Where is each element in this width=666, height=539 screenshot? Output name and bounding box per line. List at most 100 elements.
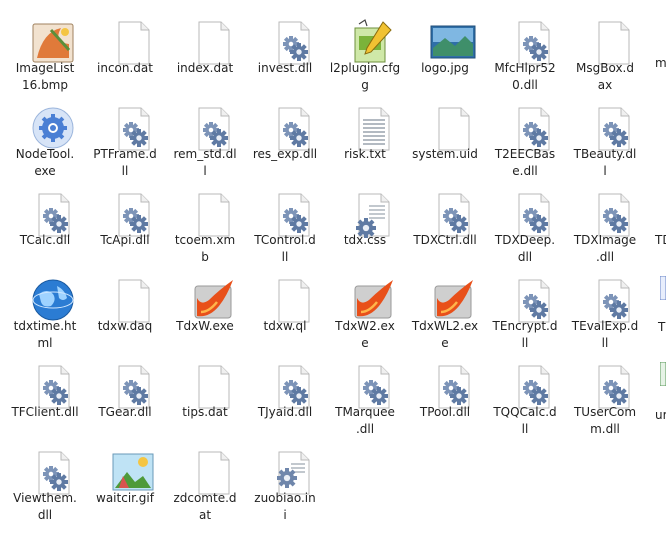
file-item[interactable]: TMarquee .dll: [325, 352, 405, 438]
file-name-label: TdxWL2.ex e: [411, 319, 479, 350]
file-item[interactable]: tips.dat: [165, 352, 245, 438]
file-item[interactable]: tdxw.daq: [85, 266, 165, 352]
ini-settings-icon: [269, 448, 317, 496]
css-file-icon: [349, 190, 397, 238]
file-item[interactable]: TUserCom m.dll: [565, 352, 645, 438]
file-name-label: TcApi.dll: [100, 233, 150, 247]
file-item[interactable]: risk.txt: [325, 94, 405, 180]
file-name-label: zdcomte.d at: [173, 491, 237, 522]
dll-gear-icon: [589, 276, 637, 324]
clipped-item-label: m: [655, 56, 666, 70]
file-item[interactable]: tdxw.ql: [245, 266, 325, 352]
file-item[interactable]: MsgBox.d ax: [565, 8, 645, 94]
tdx-app-icon: [429, 276, 477, 324]
file-item[interactable]: NodeTool. exe: [5, 94, 85, 180]
file-item[interactable]: l2plugin.cfg g: [325, 8, 405, 94]
file-name-label: Viewthem. dll: [13, 491, 77, 522]
dll-gear-icon: [349, 362, 397, 410]
file-name-label: logo.jpg: [421, 61, 469, 75]
file-item[interactable]: TQQCalc.d ll: [485, 352, 565, 438]
file-name-label: zuobiao.in i: [254, 491, 316, 522]
dll-gear-icon: [269, 190, 317, 238]
file-name-label: PTFrame.d ll: [93, 147, 157, 178]
file-name-label: tcoem.xm b: [174, 233, 236, 264]
file-name-label: TEvalExp.d ll: [571, 319, 639, 350]
file-name-label: invest.dll: [257, 61, 313, 75]
file-item[interactable]: TdxWL2.ex e: [405, 266, 485, 352]
blank-file-icon: [189, 18, 237, 66]
file-item[interactable]: rem_std.dl l: [165, 94, 245, 180]
jpeg-image-icon: [429, 18, 477, 66]
file-item[interactable]: Viewthem. dll: [5, 438, 85, 524]
file-item[interactable]: res_exp.dll: [245, 94, 325, 180]
file-item[interactable]: incon.dat: [85, 8, 165, 94]
file-item[interactable]: logo.jpg: [405, 8, 485, 94]
file-item[interactable]: index.dat: [165, 8, 245, 94]
file-icon-grid: ImageList 16.bmp incon.dat index.dat inv…: [0, 0, 666, 539]
blank-file-icon: [189, 362, 237, 410]
file-item[interactable]: TEvalExp.d ll: [565, 266, 645, 352]
file-item[interactable]: system.uid: [405, 94, 485, 180]
clipped-icon: [660, 362, 666, 386]
file-item[interactable]: TDXImage .dll: [565, 180, 645, 266]
file-name-label: MsgBox.d ax: [576, 61, 634, 92]
file-item[interactable]: TGear.dll: [85, 352, 165, 438]
clipped-icon: [660, 276, 666, 300]
dll-gear-icon: [429, 362, 477, 410]
blank-file-icon: [109, 276, 157, 324]
file-name-label: index.dat: [176, 61, 234, 75]
blank-file-icon: [189, 448, 237, 496]
dll-gear-icon: [589, 104, 637, 152]
file-item[interactable]: TJyaid.dll: [245, 352, 325, 438]
file-name-label: tdx.css: [343, 233, 387, 247]
file-item[interactable]: tdx.css: [325, 180, 405, 266]
file-name-label: waitcir.gif: [96, 491, 154, 505]
file-name-label: tdxtime.ht ml: [13, 319, 77, 350]
file-name-label: TQQCalc.d ll: [493, 405, 557, 436]
file-name-label: TCalc.dll: [19, 233, 71, 247]
dll-gear-icon: [269, 362, 317, 410]
file-item[interactable]: TcApi.dll: [85, 180, 165, 266]
file-item[interactable]: ImageList 16.bmp: [5, 8, 85, 94]
file-name-label: incon.dat: [97, 61, 153, 75]
file-item[interactable]: TPool.dll: [405, 352, 485, 438]
file-item[interactable]: TBeauty.dl l: [565, 94, 645, 180]
file-item[interactable]: MfcHlpr52 0.dll: [485, 8, 565, 94]
file-item[interactable]: invest.dll: [245, 8, 325, 94]
file-item[interactable]: TControl.d ll: [245, 180, 325, 266]
file-item[interactable]: zdcomte.d at: [165, 438, 245, 524]
file-name-label: ImageList 16.bmp: [15, 61, 75, 92]
tdx-app-icon: [349, 276, 397, 324]
file-item[interactable]: PTFrame.d ll: [85, 94, 165, 180]
file-name-label: TDXDeep. dll: [494, 233, 556, 264]
dll-gear-icon: [509, 18, 557, 66]
file-item[interactable]: waitcir.gif: [85, 438, 165, 524]
dll-gear-icon: [29, 448, 77, 496]
file-name-label: TDXCtrl.dll: [413, 233, 477, 247]
file-item[interactable]: TCalc.dll: [5, 180, 85, 266]
dll-gear-icon: [109, 190, 157, 238]
bitmap-icon: [29, 18, 77, 66]
file-item[interactable]: TdxW2.ex e: [325, 266, 405, 352]
blank-file-icon: [109, 18, 157, 66]
gif-image-icon: [109, 448, 157, 496]
dll-gear-icon: [29, 362, 77, 410]
dll-gear-icon: [269, 18, 317, 66]
text-file-icon: [349, 104, 397, 152]
file-item[interactable]: TDXDeep. dll: [485, 180, 565, 266]
file-item[interactable]: TdxW.exe: [165, 266, 245, 352]
file-item[interactable]: tdxtime.ht ml: [5, 266, 85, 352]
file-item[interactable]: TEncrypt.d ll: [485, 266, 565, 352]
file-item[interactable]: TDXCtrl.dll: [405, 180, 485, 266]
file-item[interactable]: zuobiao.in i: [245, 438, 325, 524]
file-item[interactable]: T2EECBas e.dll: [485, 94, 565, 180]
dll-gear-icon: [509, 104, 557, 152]
file-name-label: TPool.dll: [419, 405, 471, 419]
file-name-label: risk.txt: [344, 147, 386, 161]
file-item[interactable]: TFClient.dll: [5, 352, 85, 438]
blank-file-icon: [429, 104, 477, 152]
file-name-label: tdxw.ql: [263, 319, 307, 333]
file-item[interactable]: tcoem.xm b: [165, 180, 245, 266]
file-name-label: rem_std.dl l: [173, 147, 237, 178]
file-name-label: system.uid: [412, 147, 478, 161]
